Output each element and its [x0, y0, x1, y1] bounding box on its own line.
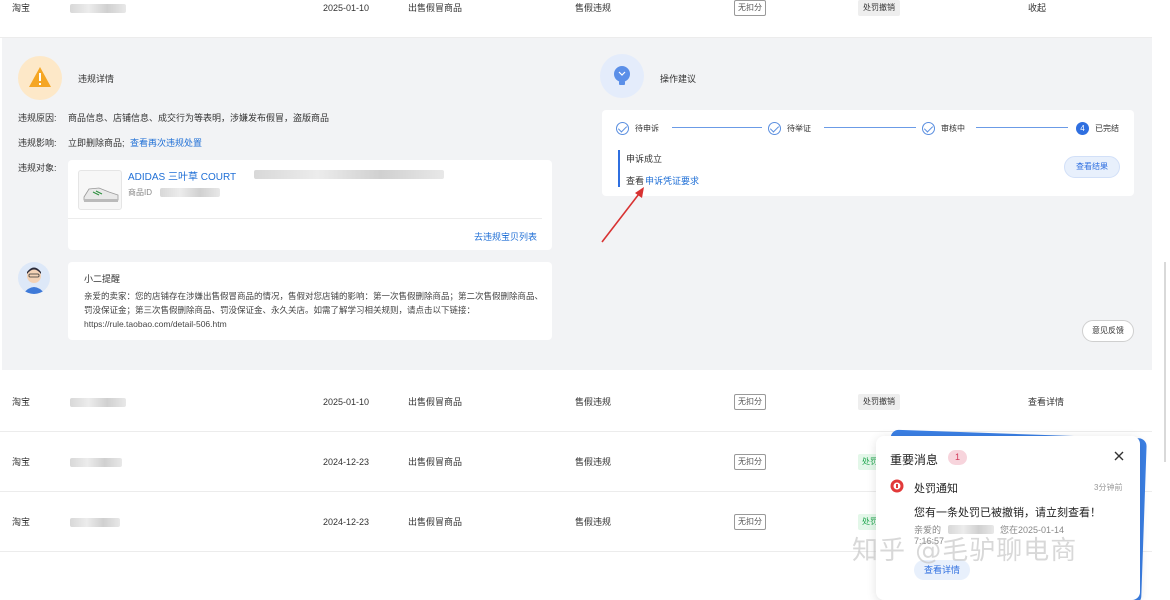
- step-reviewing: 审核中: [922, 120, 965, 136]
- penalty-icon: [890, 479, 904, 493]
- deduct-tag: 无扣分: [734, 454, 766, 470]
- product-thumbnail[interactable]: [78, 170, 122, 210]
- type-cell: 出售假冒商品: [408, 397, 463, 407]
- view-result-button[interactable]: 查看结果: [1064, 156, 1120, 178]
- step-completed: 4 已完结: [1076, 120, 1119, 136]
- repeat-violation-link[interactable]: 查看再次违规处置: [130, 136, 202, 149]
- order-id-redacted: [70, 398, 126, 407]
- product-card: ADIDAS 三叶草 COURT 商品ID 去违规宝贝列表: [68, 160, 552, 250]
- order-id-redacted: [70, 4, 126, 13]
- deduct-tag: 无扣分: [734, 394, 766, 410]
- reason-label: 违规原因:: [18, 113, 57, 123]
- category-cell: 售假违规: [575, 517, 612, 527]
- feedback-button[interactable]: 意见反馈: [1082, 320, 1134, 342]
- reason-text: 商品信息、店铺信息、成交行为等表明，涉嫌发布假冒，盗版商品: [68, 113, 330, 123]
- divider: [68, 218, 542, 219]
- step-connector: [672, 127, 762, 128]
- product-id-label: 商品ID: [128, 188, 152, 197]
- category-cell: 售假违规: [575, 457, 612, 467]
- shoe-icon: [83, 187, 119, 202]
- status-badge: 处罚撤销: [858, 394, 900, 410]
- step-pending-appeal: 待申诉: [616, 120, 659, 136]
- category-cell: 售假违规: [575, 397, 612, 407]
- impact-text: 立即删除商品;: [68, 138, 125, 148]
- notification-popup: 重要消息 1 处罚通知 3分钟前 您有一条处罚已被撤销，请立刻查看！ 亲爱的 您…: [876, 436, 1140, 600]
- step-number: 4: [1076, 121, 1089, 135]
- notification-count-badge: 1: [948, 450, 968, 465]
- collapse-link[interactable]: 收起: [1028, 0, 1046, 38]
- progress-card: 待申诉 待举证 审核中 4 已完结 申诉成立 查看 申诉凭证要求 查看结果: [602, 110, 1134, 196]
- product-title-link[interactable]: ADIDAS 三叶草 COURT: [128, 168, 236, 183]
- order-id-redacted: [70, 518, 120, 527]
- warning-icon: [18, 56, 62, 100]
- date-cell: 2025-01-10: [323, 3, 370, 13]
- type-cell: 出售假冒商品: [408, 3, 463, 13]
- platform-cell: 淘宝: [12, 397, 31, 407]
- evidence-requirement-link[interactable]: 申诉凭证要求: [645, 174, 699, 187]
- platform-cell: 淘宝: [12, 457, 31, 467]
- avatar: [18, 262, 50, 294]
- table-row: 淘宝 2025-01-10 出售假冒商品 售假违规 无扣分 处罚撤销 收起: [0, 0, 1152, 38]
- product-list-link[interactable]: 去违规宝贝列表: [474, 230, 537, 243]
- reminder-card: 小二提醒 亲爱的卖家：您的店铺存在涉嫌出售假冒商品的情况，售假对您店铺的影响：第…: [68, 262, 552, 340]
- order-id-redacted: [70, 458, 122, 467]
- date-cell: 2024-12-23: [323, 457, 370, 467]
- violation-title: 违规详情: [78, 74, 115, 84]
- bulb-icon: [600, 54, 644, 98]
- type-cell: 出售假冒商品: [408, 457, 463, 467]
- impact-label: 违规影响:: [18, 138, 57, 148]
- view-detail-link[interactable]: 查看详情: [1028, 372, 1064, 432]
- deduct-tag: 无扣分: [734, 514, 766, 530]
- check-circle-icon: [922, 121, 935, 135]
- suggestion-title: 操作建议: [660, 74, 697, 84]
- notification-title: 重要消息: [890, 453, 939, 467]
- notification-message: 您有一条处罚已被撤销，请立刻查看！: [914, 507, 1101, 519]
- deduct-tag: 无扣分: [734, 0, 766, 16]
- step-pending-evidence: 待举证: [768, 120, 811, 136]
- violation-detail-panel: 违规详情 违规原因: 商品信息、店铺信息、成交行为等表明，涉嫌发布假冒，盗版商品…: [2, 38, 1152, 370]
- watermark: 知乎 @毛驴聊电商: [852, 536, 1078, 566]
- table-row: 淘宝 2025-01-10 出售假冒商品 售假违规 无扣分 处罚撤销 查看详情: [0, 372, 1152, 432]
- platform-cell: 淘宝: [12, 3, 31, 13]
- product-title-redacted: [254, 170, 444, 179]
- type-cell: 出售假冒商品: [408, 517, 463, 527]
- object-label: 违规对象:: [18, 163, 57, 173]
- scrollbar[interactable]: [1164, 262, 1166, 462]
- platform-cell: 淘宝: [12, 517, 31, 527]
- step-connector: [976, 127, 1068, 128]
- reminder-title: 小二提醒: [84, 274, 121, 284]
- reminder-body: 亲爱的卖家：您的店铺存在涉嫌出售假冒商品的情况，售假对您店铺的影响：第一次售假删…: [84, 291, 544, 329]
- date-cell: 2024-12-23: [323, 517, 370, 527]
- check-circle-icon: [768, 121, 781, 135]
- notification-item-title: 处罚通知: [914, 483, 958, 495]
- result-title: 申诉成立: [626, 154, 663, 164]
- notification-time: 3分钟前: [1094, 483, 1123, 492]
- category-cell: 售假违规: [575, 3, 612, 13]
- close-icon[interactable]: [1112, 449, 1126, 463]
- date-cell: 2025-01-10: [323, 397, 370, 407]
- step-connector: [824, 127, 916, 128]
- product-id-redacted: [160, 188, 220, 197]
- check-circle-icon: [616, 121, 629, 135]
- status-badge: 处罚撤销: [858, 0, 900, 16]
- red-arrow-annotation: [601, 187, 644, 243]
